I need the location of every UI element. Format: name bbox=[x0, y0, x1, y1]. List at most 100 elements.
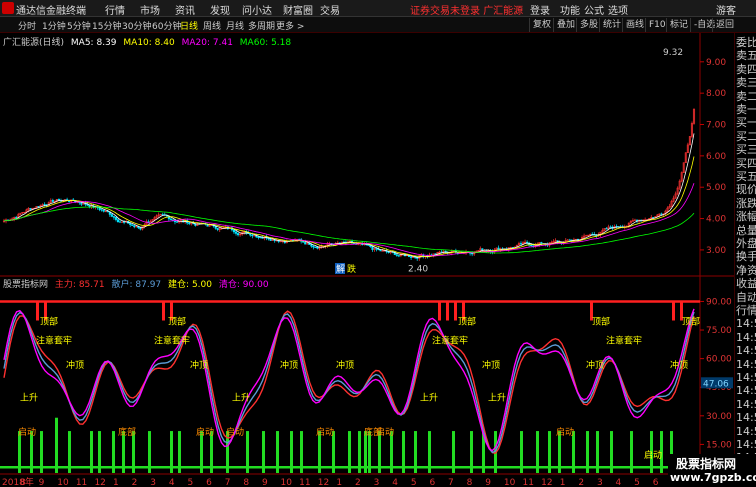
annotation-attention: 注意套牢 bbox=[154, 334, 190, 346]
menu-trade[interactable]: 交易 bbox=[320, 2, 340, 17]
date-label: 6 bbox=[653, 478, 659, 487]
watermark-url: www.7gpzb.com bbox=[670, 471, 756, 484]
sidebar-item[interactable]: 涨幅 bbox=[736, 211, 756, 223]
period-monthly[interactable]: 月线 bbox=[226, 19, 244, 32]
period-weekly[interactable]: 周线 bbox=[203, 19, 221, 32]
candle-body bbox=[169, 218, 172, 221]
menu-function[interactable]: 功能 bbox=[560, 2, 580, 17]
sidebar-item[interactable]: 14:5 bbox=[736, 398, 756, 411]
chart-canvas[interactable]: 9.32 2.40 解跌 顶部 顶部 顶部 顶部 顶部注意套牢 注意套牢 注意套牢 注意套牢冲顶 冲… bbox=[0, 33, 734, 487]
price-marker-1: 解 bbox=[336, 263, 345, 275]
date-label: 4 bbox=[616, 478, 622, 487]
sidebar-item[interactable]: 换手 bbox=[736, 251, 756, 263]
annotation-pullback: 冲顶 bbox=[336, 359, 354, 371]
annotation-pullback: 冲顶 bbox=[586, 359, 604, 371]
annotation-pullback: 冲顶 bbox=[670, 359, 688, 371]
candle-body bbox=[251, 234, 254, 237]
menu-news[interactable]: 资讯 bbox=[175, 2, 195, 17]
annotation-pullback: 冲顶 bbox=[280, 359, 298, 371]
sidebar-item[interactable]: 14:5 bbox=[736, 331, 756, 344]
date-label: 1 bbox=[336, 478, 342, 487]
sidebar-item[interactable]: 自动 bbox=[736, 291, 756, 304]
menu-wealth[interactable]: 财富圈 bbox=[283, 2, 313, 17]
sidebar-item[interactable]: 总量 bbox=[736, 224, 756, 237]
sidebar-item[interactable]: 委比 bbox=[736, 37, 756, 49]
date-label: 9 bbox=[39, 478, 45, 487]
sidebar-item[interactable]: 外盘 bbox=[736, 238, 756, 250]
annotation-top: 顶部 bbox=[40, 315, 58, 327]
annotation-pullback: 冲顶 bbox=[482, 359, 500, 371]
qingcang-label: 清仓: 90.00 bbox=[218, 280, 269, 290]
date-label: 2 bbox=[132, 478, 138, 487]
tool-f10[interactable]: F10 bbox=[645, 18, 666, 32]
period-tick[interactable]: 分时 bbox=[18, 19, 36, 32]
tool-overlay[interactable]: 叠加 bbox=[553, 18, 575, 32]
ma5-line bbox=[3, 133, 695, 258]
sidebar-item[interactable]: 14:5 bbox=[736, 318, 756, 330]
annotation-top: 顶部 bbox=[168, 315, 186, 327]
sidebar-item[interactable]: 14:5 bbox=[736, 345, 756, 357]
menu-login[interactable]: 登录 bbox=[530, 2, 550, 17]
sidebar-item[interactable]: 卖五 bbox=[736, 50, 756, 62]
sidebar-item[interactable]: 净资 bbox=[736, 264, 756, 277]
period-multi[interactable]: 多周期 bbox=[248, 19, 275, 32]
ind-tick-label: 15.00 bbox=[706, 440, 732, 450]
sidebar-item[interactable]: 收益 bbox=[736, 278, 756, 290]
sidebar-item[interactable]: 卖三 bbox=[736, 77, 756, 89]
menu-discover[interactable]: 发现 bbox=[210, 2, 230, 17]
period-15min[interactable]: 15分钟 bbox=[92, 19, 121, 32]
sidebar-item[interactable]: 卖一 bbox=[736, 104, 756, 116]
sidebar-item[interactable]: 14:5 bbox=[736, 425, 756, 438]
tool-multi-stock[interactable]: 多股 bbox=[576, 18, 598, 32]
sidebar-item[interactable]: 买五 bbox=[736, 171, 756, 183]
sidebar-item[interactable]: 14:5 bbox=[736, 358, 756, 371]
ind-tick-label: 90.00 bbox=[706, 297, 732, 307]
menu-market[interactable]: 市场 bbox=[140, 2, 160, 17]
sidebar-item[interactable]: 现价 bbox=[736, 184, 756, 196]
date-label: 11 bbox=[76, 478, 87, 487]
period-5min[interactable]: 5分钟 bbox=[67, 19, 91, 32]
sidebar-item[interactable]: 14:5 bbox=[736, 439, 756, 451]
candle-body bbox=[304, 242, 307, 245]
period-30min[interactable]: 30分钟 bbox=[122, 19, 151, 32]
tool-draw[interactable]: 画线 bbox=[622, 18, 644, 32]
tool-back[interactable]: 返回 bbox=[712, 18, 734, 32]
sidebar-item[interactable]: 涨跌 bbox=[736, 197, 756, 210]
period-daily[interactable]: 日线 bbox=[180, 19, 198, 32]
menu-quotes[interactable]: 行情 bbox=[105, 2, 125, 17]
annotation-top: 顶部 bbox=[592, 315, 610, 327]
candle-body bbox=[114, 217, 117, 220]
sidebar-item[interactable]: 14:5 bbox=[736, 372, 756, 384]
sidebar-item[interactable]: 行情 bbox=[736, 305, 756, 317]
sidebar-item[interactable]: 卖二 bbox=[736, 90, 756, 103]
menu-options[interactable]: 选项 bbox=[608, 2, 628, 17]
date-label: 6 bbox=[429, 478, 435, 487]
sidebar-item[interactable]: 买二 bbox=[736, 130, 756, 143]
date-label: 2 bbox=[578, 478, 584, 487]
guest-label[interactable]: 游客 bbox=[716, 2, 736, 17]
period-60min[interactable]: 60分钟 bbox=[152, 19, 181, 32]
menu-ask[interactable]: 问小达 bbox=[242, 2, 272, 17]
top-marker bbox=[446, 301, 449, 321]
top-marker bbox=[36, 301, 39, 321]
period-more[interactable]: 更多 > bbox=[276, 19, 304, 32]
period-1min[interactable]: 1分钟 bbox=[42, 19, 66, 32]
sidebar-item[interactable]: 买一 bbox=[736, 117, 756, 129]
candle-body bbox=[129, 223, 132, 225]
sidebar-item[interactable]: 14:5 bbox=[736, 412, 756, 424]
tool-adjust[interactable]: 复权 bbox=[529, 18, 551, 32]
sidebar-item[interactable]: 14:5 bbox=[736, 385, 756, 397]
tool-stats[interactable]: 统计 bbox=[599, 18, 621, 32]
tool-mark[interactable]: 标记 bbox=[666, 18, 688, 32]
price-marker-2: 跌 bbox=[347, 264, 356, 275]
sanhu-label: 散户: 87.97 bbox=[111, 280, 162, 290]
login-notice[interactable]: 证券交易未登录 广汇能源 bbox=[410, 2, 523, 17]
menu-formula[interactable]: 公式 bbox=[584, 2, 604, 17]
indicator-name: 股票指标网 bbox=[3, 280, 49, 290]
sidebar-item[interactable]: 买四 bbox=[736, 157, 756, 170]
sidebar-item[interactable]: 买三 bbox=[736, 144, 756, 156]
date-label: 12 bbox=[318, 478, 329, 487]
candle-body bbox=[216, 228, 219, 230]
sidebar-item[interactable]: 卖四 bbox=[736, 63, 756, 76]
candle-body bbox=[609, 226, 612, 228]
